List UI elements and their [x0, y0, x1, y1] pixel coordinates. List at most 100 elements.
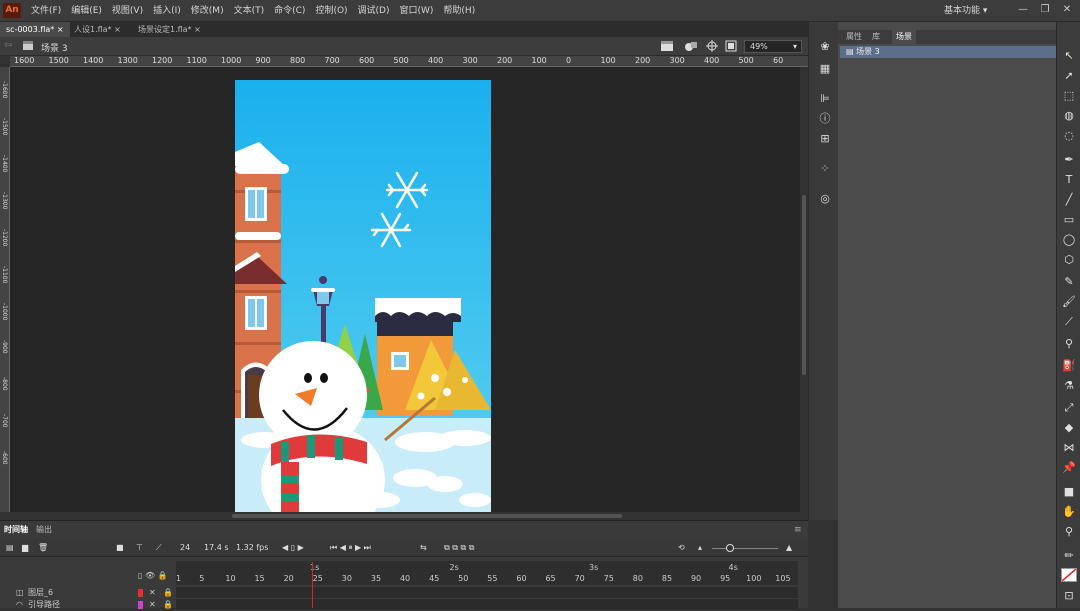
menu-edit[interactable]: 编辑(E): [66, 0, 107, 22]
lock-icon[interactable]: 🔒: [163, 587, 173, 599]
oval-tool-icon[interactable]: ◯: [1061, 232, 1077, 248]
menu-modify[interactable]: 修改(M): [186, 0, 229, 22]
layer-frames[interactable]: [176, 587, 798, 599]
3d-rotation-tool-icon[interactable]: ◍: [1061, 108, 1077, 124]
hand-tool-icon[interactable]: ✋: [1061, 504, 1077, 520]
layer-row[interactable]: ◠ 引导路径 ✕ 🔒: [0, 599, 176, 611]
tab-output[interactable]: 输出: [32, 523, 56, 537]
camera-tool-icon[interactable]: ■: [1061, 484, 1077, 500]
tab-properties[interactable]: 属性: [842, 30, 866, 44]
tab-close-icon[interactable]: ×: [114, 25, 121, 34]
info-icon[interactable]: ⓘ: [817, 112, 833, 126]
layer-frames[interactable]: [176, 599, 798, 611]
tab-close-icon[interactable]: ×: [57, 25, 64, 34]
panel-menu-icon[interactable]: ≡: [794, 525, 802, 535]
loop-icon[interactable]: ⇆: [420, 541, 427, 555]
lasso-tool-icon[interactable]: ◌: [1061, 128, 1077, 144]
free-transform-tool-icon[interactable]: ⬚: [1061, 88, 1077, 104]
menu-window[interactable]: 窗口(W): [395, 0, 439, 22]
back-arrow-icon[interactable]: ⇦: [4, 40, 12, 51]
subselection-tool-icon[interactable]: ➚: [1061, 68, 1077, 84]
align-icon[interactable]: ⊫: [817, 92, 833, 106]
pen-tool-icon[interactable]: ✒: [1061, 152, 1077, 168]
brush-tool-icon[interactable]: ⟋: [1061, 314, 1077, 330]
menu-view[interactable]: 视图(V): [107, 0, 148, 22]
graph-icon[interactable]: ⟋: [156, 541, 162, 555]
edit-symbol-icon[interactable]: [684, 40, 698, 52]
menu-control[interactable]: 控制(O): [310, 0, 352, 22]
camera-icon[interactable]: ■: [116, 541, 124, 555]
hide-icon[interactable]: ✕: [149, 599, 156, 611]
menu-insert[interactable]: 插入(I): [148, 0, 186, 22]
layer-parenting-icon[interactable]: ⊤: [136, 541, 143, 555]
slider-handle[interactable]: [726, 544, 734, 552]
menu-file[interactable]: 文件(F): [26, 0, 66, 22]
line-tool-icon[interactable]: ╱: [1061, 192, 1077, 208]
zoom-tool-icon[interactable]: ⚲: [1061, 524, 1077, 540]
menu-debug[interactable]: 调试(D): [353, 0, 395, 22]
scroll-thumb[interactable]: [232, 514, 622, 518]
horizontal-scrollbar[interactable]: [10, 512, 800, 520]
undo-icon[interactable]: ⟲: [678, 541, 685, 555]
selection-tool-icon[interactable]: ↖: [1061, 48, 1077, 64]
new-layer-icon[interactable]: ▤: [6, 541, 14, 555]
hide-icon[interactable]: ✕: [149, 587, 156, 599]
vertical-scrollbar[interactable]: [800, 67, 808, 512]
delete-layer-icon[interactable]: 🗑: [38, 541, 48, 555]
frame-rate[interactable]: 1.32 fps: [236, 541, 268, 555]
menu-text[interactable]: 文本(T): [229, 0, 270, 22]
fill-color-swatch[interactable]: [1061, 568, 1077, 582]
swap-colors-icon[interactable]: ⊡: [1061, 588, 1077, 604]
tab-library[interactable]: 库: [868, 30, 884, 44]
playback-controls[interactable]: ⏮ ◀ ⏸ ▶ ⏭: [330, 541, 371, 555]
center-stage-icon[interactable]: [706, 40, 718, 52]
maximize-button[interactable]: ❐: [1034, 0, 1056, 20]
tab-sc-0003[interactable]: sc-0003.fla* ×: [0, 22, 70, 37]
zoom-in-icon[interactable]: ▲: [786, 541, 792, 555]
tab-changjing[interactable]: 场景设定1.fla* ×: [132, 22, 207, 37]
tab-close-icon[interactable]: ×: [194, 25, 201, 34]
pencil-tool-icon[interactable]: ✎: [1061, 274, 1077, 290]
stage[interactable]: [235, 80, 491, 512]
minimize-button[interactable]: —: [1012, 0, 1034, 20]
menu-commands[interactable]: 命令(C): [269, 0, 310, 22]
frame-ruler[interactable]: 1 5 10 15 20 25 30 35 40 45 50 55 60 65 70 75 80 85 90 95 10…: [176, 561, 798, 585]
workspace-switcher[interactable]: 基本功能 ▾: [944, 4, 1006, 18]
timeline-zoom-slider[interactable]: [712, 544, 778, 552]
eraser-tool-icon[interactable]: ◆: [1061, 420, 1077, 436]
transform-icon[interactable]: ⊞: [817, 132, 833, 146]
zoom-select[interactable]: 49% ▾: [744, 40, 802, 53]
scroll-thumb[interactable]: [802, 195, 806, 375]
text-tool-icon[interactable]: T: [1061, 172, 1077, 188]
swatches-icon[interactable]: ▦: [817, 62, 833, 76]
paintbrush-tool-icon[interactable]: 🖌: [1061, 294, 1077, 310]
menu-help[interactable]: 帮助(H): [438, 0, 480, 22]
zoom-out-icon[interactable]: ▴: [698, 541, 702, 555]
eyedropper-tool-icon[interactable]: ⤢: [1061, 400, 1077, 416]
tab-timeline[interactable]: 时间轴: [0, 523, 32, 537]
tab-renshe[interactable]: 人设1.fla* ×: [68, 22, 127, 37]
pin-tool-icon[interactable]: 📌: [1061, 460, 1077, 476]
close-button[interactable]: ✕: [1056, 0, 1078, 20]
ink-bottle-tool-icon[interactable]: ⚗: [1061, 378, 1077, 394]
layer-row[interactable]: ◫ 图层_6 ✕ 🔒: [0, 587, 176, 599]
paint-icon[interactable]: ❀: [817, 40, 833, 54]
polystar-tool-icon[interactable]: ⬡: [1061, 252, 1077, 268]
cc-libraries-icon[interactable]: ◎: [817, 192, 833, 206]
current-frame[interactable]: 24: [180, 541, 190, 555]
lock-icon[interactable]: 🔒: [163, 599, 173, 611]
width-tool-icon[interactable]: ⋈: [1061, 440, 1077, 456]
stroke-color-icon[interactable]: ✏: [1061, 548, 1077, 564]
tab-scene[interactable]: 场景: [892, 30, 916, 44]
motion-presets-icon[interactable]: ⁘: [817, 162, 833, 176]
elapsed-time[interactable]: 17.4 s: [204, 541, 229, 555]
paint-bucket-tool-icon[interactable]: ⛽: [1061, 358, 1077, 374]
center-frame-icon[interactable]: ◀ ▯ ▶: [282, 541, 304, 555]
bone-tool-icon[interactable]: ⚲: [1061, 336, 1077, 352]
rectangle-tool-icon[interactable]: ▭: [1061, 212, 1077, 228]
new-folder-icon[interactable]: ▆: [22, 541, 28, 555]
onion-skin-icons[interactable]: ⧉ ⧉ ⧉ ⧉: [444, 541, 474, 555]
playhead[interactable]: [312, 562, 313, 608]
edit-scene-icon[interactable]: [660, 40, 674, 52]
clip-stage-icon[interactable]: [725, 40, 737, 52]
